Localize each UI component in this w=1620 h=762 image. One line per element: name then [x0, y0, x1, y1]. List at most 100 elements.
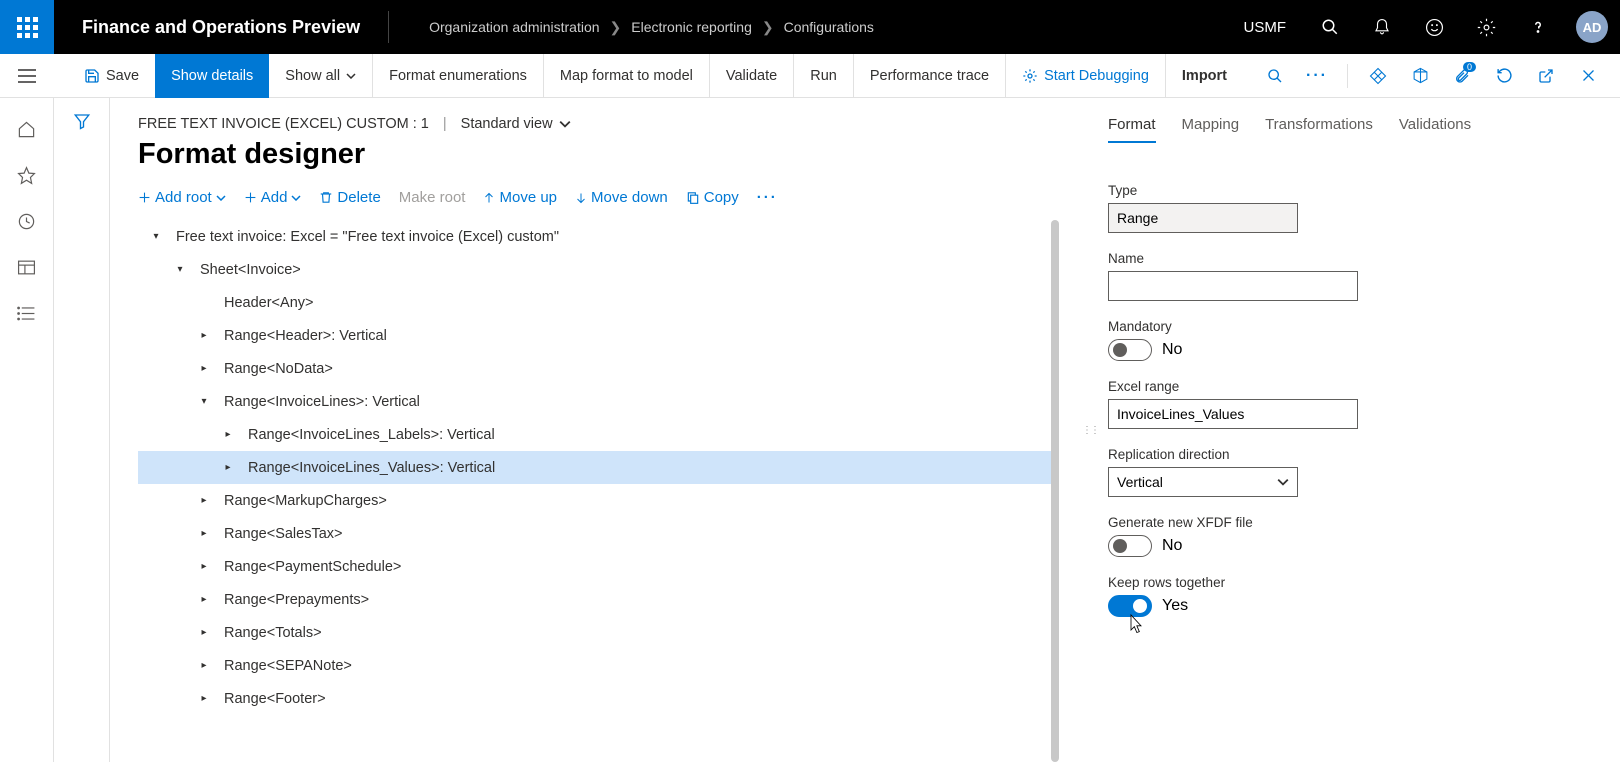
modules-button[interactable]: [16, 302, 38, 324]
workspaces-button[interactable]: [16, 256, 38, 278]
tree-row[interactable]: ▸Range<InvoiceLines_Values>: Vertical: [138, 451, 1051, 484]
format-enumerations-button[interactable]: Format enumerations: [373, 54, 544, 98]
tree-label: Range<Footer>: [224, 691, 326, 707]
attachments-button[interactable]: 0: [1446, 60, 1478, 92]
tree-row[interactable]: ▸ Range<Footer>: [138, 682, 1051, 715]
tree-row[interactable]: ▾Free text invoice: Excel = "Free text i…: [138, 220, 1051, 253]
move-up-button[interactable]: Move up: [483, 189, 557, 206]
mandatory-toggle[interactable]: [1108, 339, 1152, 361]
caret-right-icon[interactable]: ▸: [220, 462, 236, 473]
add-button[interactable]: Add: [244, 189, 302, 206]
tree-row[interactable]: ▸ Range<SEPANote>: [138, 649, 1051, 682]
caret-right-icon[interactable]: ▸: [196, 495, 212, 506]
tree-row[interactable]: ▸Range<Header>: Vertical: [138, 319, 1051, 352]
company-selector[interactable]: USMF: [1226, 19, 1305, 36]
map-format-button[interactable]: Map format to model: [544, 54, 710, 98]
tree-row[interactable]: ▸Range<Prepayments>: [138, 583, 1051, 616]
app-launcher-button[interactable]: [0, 0, 54, 54]
tree-row[interactable]: ▾Sheet<Invoice>: [138, 253, 1051, 286]
more-actions-button[interactable]: ···: [1301, 60, 1333, 92]
tree-row[interactable]: ▸Range<MarkupCharges>: [138, 484, 1051, 517]
tree-row[interactable]: Header<Any>: [138, 286, 1051, 319]
xfdf-value: No: [1162, 537, 1182, 555]
popout-button[interactable]: [1530, 60, 1562, 92]
context-text: FREE TEXT INVOICE (EXCEL) CUSTOM : 1: [138, 116, 429, 132]
caret-right-icon[interactable]: ▸: [196, 660, 212, 671]
save-label: Save: [106, 68, 139, 84]
caret-right-icon[interactable]: ▸: [196, 363, 212, 374]
caret-right-icon[interactable]: ▸: [196, 627, 212, 638]
caret-down-icon[interactable]: ▾: [196, 396, 212, 407]
view-selector[interactable]: Standard view: [461, 116, 571, 132]
tree-row[interactable]: ▸Range<NoData>: [138, 352, 1051, 385]
name-field[interactable]: [1108, 271, 1358, 301]
breadcrumb-item[interactable]: Electronic reporting: [631, 19, 752, 35]
feedback-button[interactable]: [1408, 0, 1460, 54]
performance-trace-button[interactable]: Performance trace: [854, 54, 1006, 98]
caret-down-icon[interactable]: ▾: [172, 264, 188, 275]
refresh-button[interactable]: [1488, 60, 1520, 92]
breadcrumb-item[interactable]: Organization administration: [429, 19, 599, 35]
tree-label: Range<SEPANote>: [224, 658, 352, 674]
validate-button[interactable]: Validate: [710, 54, 794, 98]
xfdf-toggle[interactable]: [1108, 535, 1152, 557]
caret-right-icon[interactable]: ▸: [196, 561, 212, 572]
tree-row[interactable]: ▸Range<PaymentSchedule>: [138, 550, 1051, 583]
diamond-button[interactable]: [1362, 60, 1394, 92]
copy-button[interactable]: Copy: [686, 189, 739, 206]
splitter-handle[interactable]: ⋮⋮: [1080, 98, 1100, 762]
type-field[interactable]: [1108, 203, 1298, 233]
replication-select[interactable]: Vertical: [1108, 467, 1298, 497]
keep-rows-toggle[interactable]: [1108, 595, 1152, 617]
caret-right-icon[interactable]: ▸: [220, 429, 236, 440]
clock-icon: [17, 212, 36, 231]
tree-row[interactable]: ▸ Range<Totals>: [138, 616, 1051, 649]
home-button[interactable]: [16, 118, 38, 140]
more-button[interactable]: ···: [757, 189, 778, 206]
package-button[interactable]: [1404, 60, 1436, 92]
caret-right-icon[interactable]: ▸: [196, 693, 212, 704]
caret-right-icon[interactable]: ▸: [196, 528, 212, 539]
hamburger-icon: [18, 69, 36, 83]
tab-mapping[interactable]: Mapping: [1182, 116, 1240, 143]
mandatory-label: Mandatory: [1108, 319, 1590, 334]
favorites-button[interactable]: [16, 164, 38, 186]
scrollbar[interactable]: [1051, 220, 1059, 762]
caret-down-icon[interactable]: ▾: [148, 231, 164, 242]
grip-icon: ⋮⋮: [1082, 425, 1098, 436]
add-root-label: Add root: [155, 189, 212, 206]
tab-transformations[interactable]: Transformations: [1265, 116, 1373, 143]
move-down-button[interactable]: Move down: [575, 189, 668, 206]
recent-button[interactable]: [16, 210, 38, 232]
close-button[interactable]: [1572, 60, 1604, 92]
search-action-button[interactable]: [1259, 60, 1291, 92]
close-icon: [1581, 68, 1596, 83]
tree-row[interactable]: ▸Range<SalesTax>: [138, 517, 1051, 550]
filter-button[interactable]: [73, 112, 91, 762]
search-button[interactable]: [1304, 0, 1356, 54]
nav-toggle-button[interactable]: [0, 54, 54, 98]
delete-button[interactable]: Delete: [319, 189, 380, 206]
import-button[interactable]: Import: [1166, 54, 1243, 98]
avatar[interactable]: AD: [1576, 11, 1608, 43]
filter-icon: [73, 112, 91, 130]
tab-validations[interactable]: Validations: [1399, 116, 1471, 143]
tree-row[interactable]: ▸Range<InvoiceLines_Labels>: Vertical: [138, 418, 1051, 451]
settings-button[interactable]: [1460, 0, 1512, 54]
help-button[interactable]: [1512, 0, 1564, 54]
notifications-button[interactable]: [1356, 0, 1408, 54]
tree-row[interactable]: ▾Range<InvoiceLines>: Vertical: [138, 385, 1051, 418]
run-button[interactable]: Run: [794, 54, 854, 98]
caret-right-icon[interactable]: ▸: [196, 594, 212, 605]
tree-label: Range<Totals>: [224, 625, 322, 641]
caret-right-icon[interactable]: ▸: [196, 330, 212, 341]
show-all-button[interactable]: Show all: [269, 54, 373, 98]
show-details-button[interactable]: Show details: [155, 54, 269, 98]
add-root-button[interactable]: Add root: [138, 189, 226, 206]
excel-range-field[interactable]: [1108, 399, 1358, 429]
tab-format[interactable]: Format: [1108, 116, 1156, 143]
breadcrumb-item[interactable]: Configurations: [784, 19, 874, 35]
start-debugging-button[interactable]: Start Debugging: [1006, 54, 1166, 98]
bell-icon: [1373, 17, 1391, 37]
save-button[interactable]: Save: [68, 54, 155, 98]
